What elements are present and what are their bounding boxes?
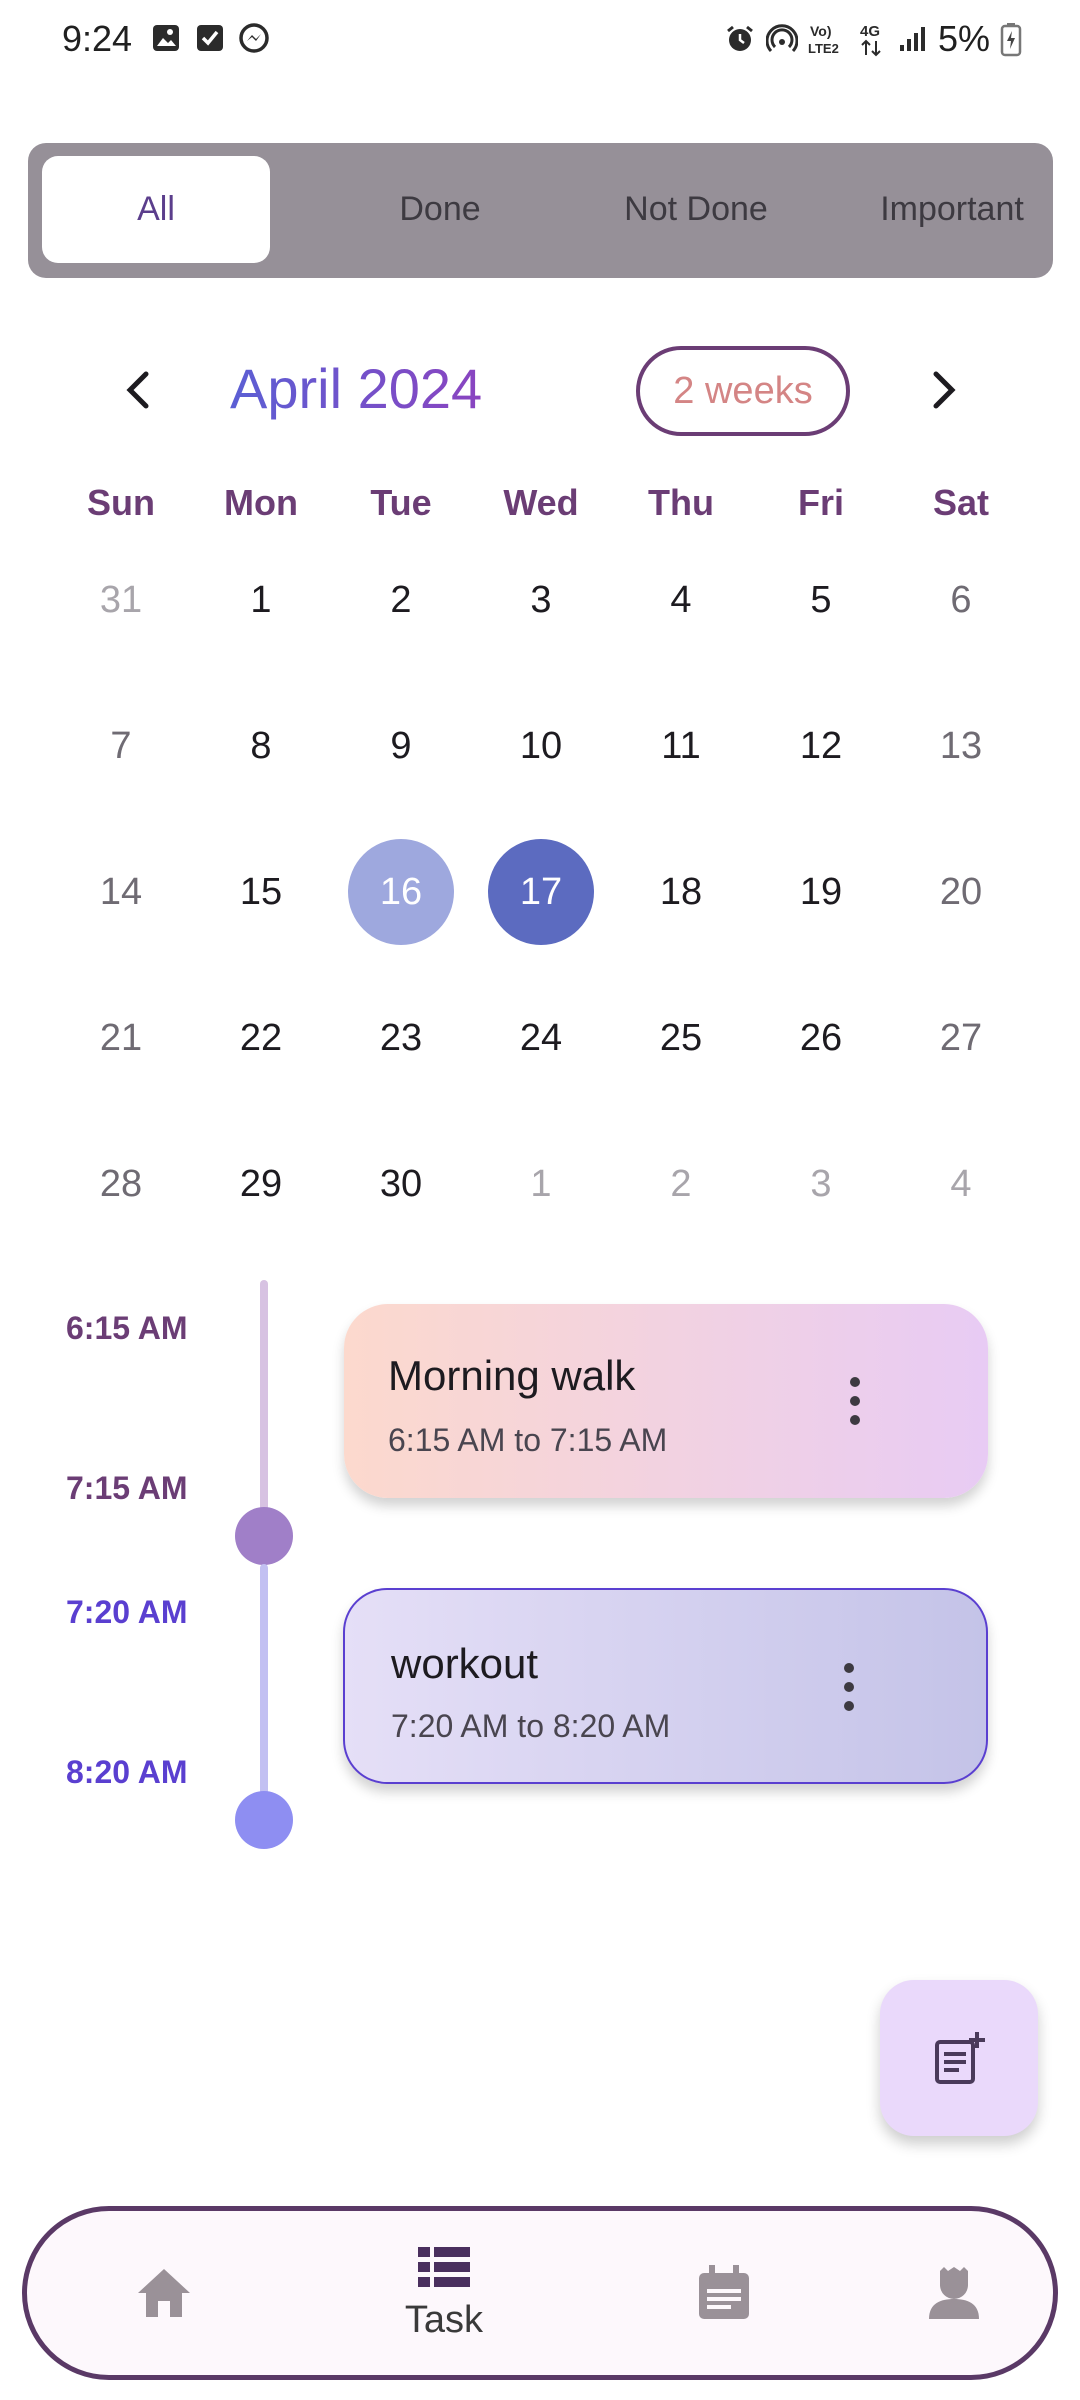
task-card[interactable]: Morning walk 6:15 AM to 7:15 AM [344,1304,988,1498]
calendar-day[interactable]: 26 [768,985,874,1091]
svg-text:Vo): Vo) [810,23,832,39]
weekday-label: Sun [87,482,155,523]
calendar-day[interactable]: 3 [488,547,594,653]
task-filter-tabs: All Done Not Done Important [28,143,1053,278]
task-time-range: 6:15 AM to 7:15 AM [388,1422,668,1458]
hotspot-icon [765,24,798,53]
battery-percentage: 5% [937,18,990,59]
calendar-day[interactable]: 9 [348,693,454,799]
timeline-dot [235,1791,293,1849]
calendar-day[interactable]: 25 [628,985,734,1091]
status-time: 9:24 [62,18,133,59]
calendar-day[interactable]: 27 [908,985,1014,1091]
volte-icon: Vo) LTE2 [808,23,839,56]
chevron-left-icon[interactable] [110,360,170,420]
calendar-day[interactable]: 29 [208,1131,314,1237]
svg-text:LTE2: LTE2 [808,41,839,56]
filter-tab-not-done[interactable]: Not Done [582,156,810,263]
weekday-label: Sat [932,482,990,523]
chevron-right-icon[interactable] [912,360,972,420]
weekday-label: Mon [224,482,298,523]
image-icon [153,25,179,51]
calendar-format-button[interactable]: 2 weeks [636,346,850,436]
calendar-day[interactable]: 20 [908,839,1014,945]
battery-icon [1000,23,1022,57]
signal-icon [899,27,925,51]
calendar-day-today[interactable]: 16 [348,839,454,945]
calendar-day[interactable]: 21 [68,985,174,1091]
calendar-day[interactable]: 19 [768,839,874,945]
task-time-range: 7:20 AM to 8:20 AM [391,1708,671,1744]
calendar-day[interactable]: 1 [208,547,314,653]
timeline-line [260,1280,268,1536]
task-card[interactable]: workout 7:20 AM to 8:20 AM [343,1588,988,1784]
status-bar: 9:24 Vo) LTE2 4G 5% [0,0,1080,80]
calendar-day[interactable]: 12 [768,693,874,799]
task-end-time: 7:15 AM [66,1470,188,1506]
calendar-day[interactable]: 3 [768,1131,874,1237]
filter-tab-all[interactable]: All [42,156,270,263]
calendar-day[interactable]: 4 [908,1131,1014,1237]
calendar-day[interactable]: 24 [488,985,594,1091]
timeline-dot [235,1507,293,1565]
weekday-label: Tue [370,482,432,523]
messenger-icon [239,23,269,53]
add-note-icon [935,2032,985,2084]
task-start-time: 6:15 AM [66,1310,188,1346]
home-icon [138,2269,190,2317]
nav-item-profile[interactable] [854,2211,1054,2375]
add-task-button[interactable] [880,1980,1038,2136]
task-list-icon [418,2246,470,2287]
nav-item-calendar[interactable] [624,2211,824,2375]
calendar-day[interactable]: 2 [348,547,454,653]
calendar-day[interactable]: 4 [628,547,734,653]
calendar-day-selected[interactable]: 17 [488,839,594,945]
weekday-label: Wed [503,482,579,523]
calendar-day[interactable]: 8 [208,693,314,799]
calendar-header: April 2024 2 weeks [0,340,1080,440]
nav-item-task[interactable]: Task [344,2211,544,2375]
calendar-day[interactable]: 13 [908,693,1014,799]
calendar-day[interactable]: 6 [908,547,1014,653]
nav-item-home[interactable] [64,2211,264,2375]
calendar-day[interactable]: 7 [68,693,174,799]
nav-label-task: Task [404,2298,484,2341]
calendar-day[interactable]: 10 [488,693,594,799]
task-title: Morning walk [388,1352,636,1399]
svg-text:4G: 4G [860,23,880,40]
calendar-day[interactable]: 2 [628,1131,734,1237]
timeline-line [260,1564,268,1820]
calendar-day[interactable]: 18 [628,839,734,945]
calendar-day[interactable]: 14 [68,839,174,945]
calendar-day[interactable]: 23 [348,985,454,1091]
calendar-day[interactable]: 31 [68,547,174,653]
more-vert-icon[interactable] [850,1376,860,1426]
calendar-day[interactable]: 11 [628,693,734,799]
filter-tab-important[interactable]: Important [838,156,1066,263]
calendar-day[interactable]: 28 [68,1131,174,1237]
task-title: workout [391,1640,539,1687]
calendar-day[interactable]: 30 [348,1131,454,1237]
task-end-time: 8:20 AM [66,1754,188,1790]
4g-icon: 4G [860,23,881,57]
filter-tab-done[interactable]: Done [326,156,554,263]
calendar-note-icon [699,2265,749,2319]
weekday-label: Thu [648,482,714,523]
alarm-icon [727,25,753,51]
bottom-navigation: Task [22,2206,1058,2380]
task-start-time: 7:20 AM [66,1594,188,1630]
month-title: April 2024 [230,357,483,420]
weekday-label: Fri [797,482,844,523]
calendar-day[interactable]: 15 [208,839,314,945]
more-vert-icon[interactable] [844,1662,854,1712]
calendar-day[interactable]: 22 [208,985,314,1091]
calendar-day[interactable]: 5 [768,547,874,653]
checkbox-icon [197,25,223,51]
weekday-row: Sun Mon Tue Wed Thu Fri Sat [0,482,1080,542]
profile-icon [929,2267,979,2319]
calendar-day[interactable]: 1 [488,1131,594,1237]
